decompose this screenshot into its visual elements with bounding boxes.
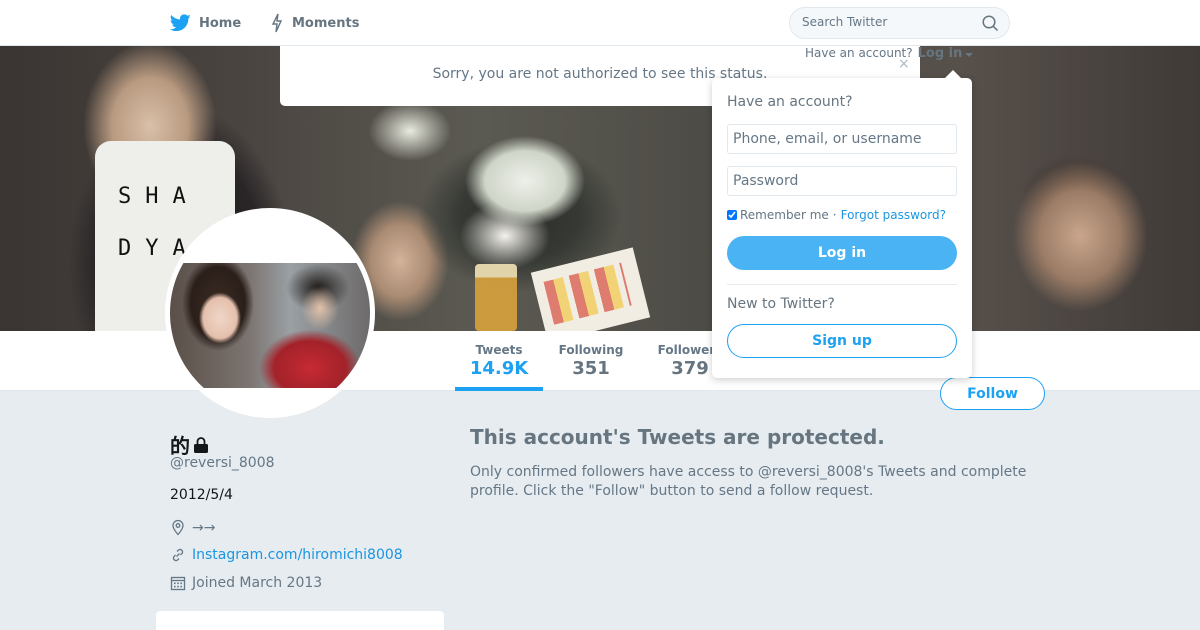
nav-moments-label: Moments (292, 15, 360, 31)
calendar-icon (170, 576, 186, 591)
remember-checkbox[interactable] (727, 210, 737, 220)
remember-row: Remember me · Forgot password? (727, 208, 946, 222)
profile-joined-text: Joined March 2013 (192, 575, 323, 591)
sidebar-card (156, 611, 444, 630)
stat-tweets[interactable]: Tweets 14.9K (455, 343, 543, 379)
follow-button[interactable]: Follow (940, 377, 1045, 410)
avatar[interactable] (165, 208, 375, 418)
protected-description: Only confirmed followers have access to … (470, 464, 1027, 499)
top-nav: Home Moments (0, 0, 1200, 46)
username-field[interactable] (727, 124, 957, 154)
login-link-label: Log in (917, 45, 963, 61)
nav-home[interactable]: Home (170, 12, 241, 34)
remember-label[interactable]: Remember me (740, 208, 829, 222)
dropdown-divider (727, 284, 957, 285)
login-dropdown-toggle[interactable]: Log in (918, 46, 974, 61)
profile-location: →→ (170, 519, 215, 536)
remember-separator: · (832, 208, 837, 222)
account-bar: Have an account? Log in (805, 45, 974, 61)
stat-following-value: 351 (572, 358, 610, 379)
profile-joined: Joined March 2013 (170, 575, 322, 591)
nav-home-label: Home (199, 15, 242, 31)
login-button[interactable]: Log in (727, 236, 957, 270)
caret-down-icon (965, 52, 974, 57)
signup-button[interactable]: Sign up (727, 324, 957, 358)
lightning-icon (271, 13, 283, 33)
lock-icon (194, 436, 208, 453)
search-icon[interactable] (982, 15, 999, 32)
profile-url-link[interactable]: Instagram.com/hiromichi8008 (192, 547, 403, 563)
protected-title: This account's Tweets are protected. (470, 425, 885, 449)
stat-following[interactable]: Following 351 (551, 343, 631, 379)
avatar-image (170, 213, 370, 413)
password-field[interactable] (727, 166, 957, 196)
login-dropdown: Have an account? Remember me · Forgot pa… (712, 70, 972, 378)
search-box (789, 7, 1010, 39)
new-to-twitter: New to Twitter? (727, 296, 835, 312)
location-pin-icon (172, 519, 184, 536)
profile-bio: 2012/5/4 (170, 487, 233, 503)
profile-location-text: →→ (192, 519, 216, 536)
profile-handle[interactable]: @reversi_8008 (170, 455, 275, 471)
link-icon (172, 548, 184, 562)
nav-moments[interactable]: Moments (270, 12, 359, 34)
stat-following-label: Following (558, 343, 624, 357)
active-tab-indicator (455, 387, 543, 391)
account-prompt: Have an account? (805, 46, 913, 60)
cover-menu (530, 247, 651, 331)
stat-tweets-label: Tweets (475, 343, 523, 357)
stat-tweets-value: 14.9K (469, 358, 529, 379)
login-heading: Have an account? (727, 94, 853, 110)
avatar-photo (170, 263, 370, 388)
cover-beer (475, 264, 517, 331)
search-input[interactable] (802, 15, 972, 29)
forgot-password-link[interactable]: Forgot password? (841, 208, 946, 222)
profile-url: Instagram.com/hiromichi8008 (170, 547, 403, 563)
twitter-bird-icon (170, 14, 191, 32)
